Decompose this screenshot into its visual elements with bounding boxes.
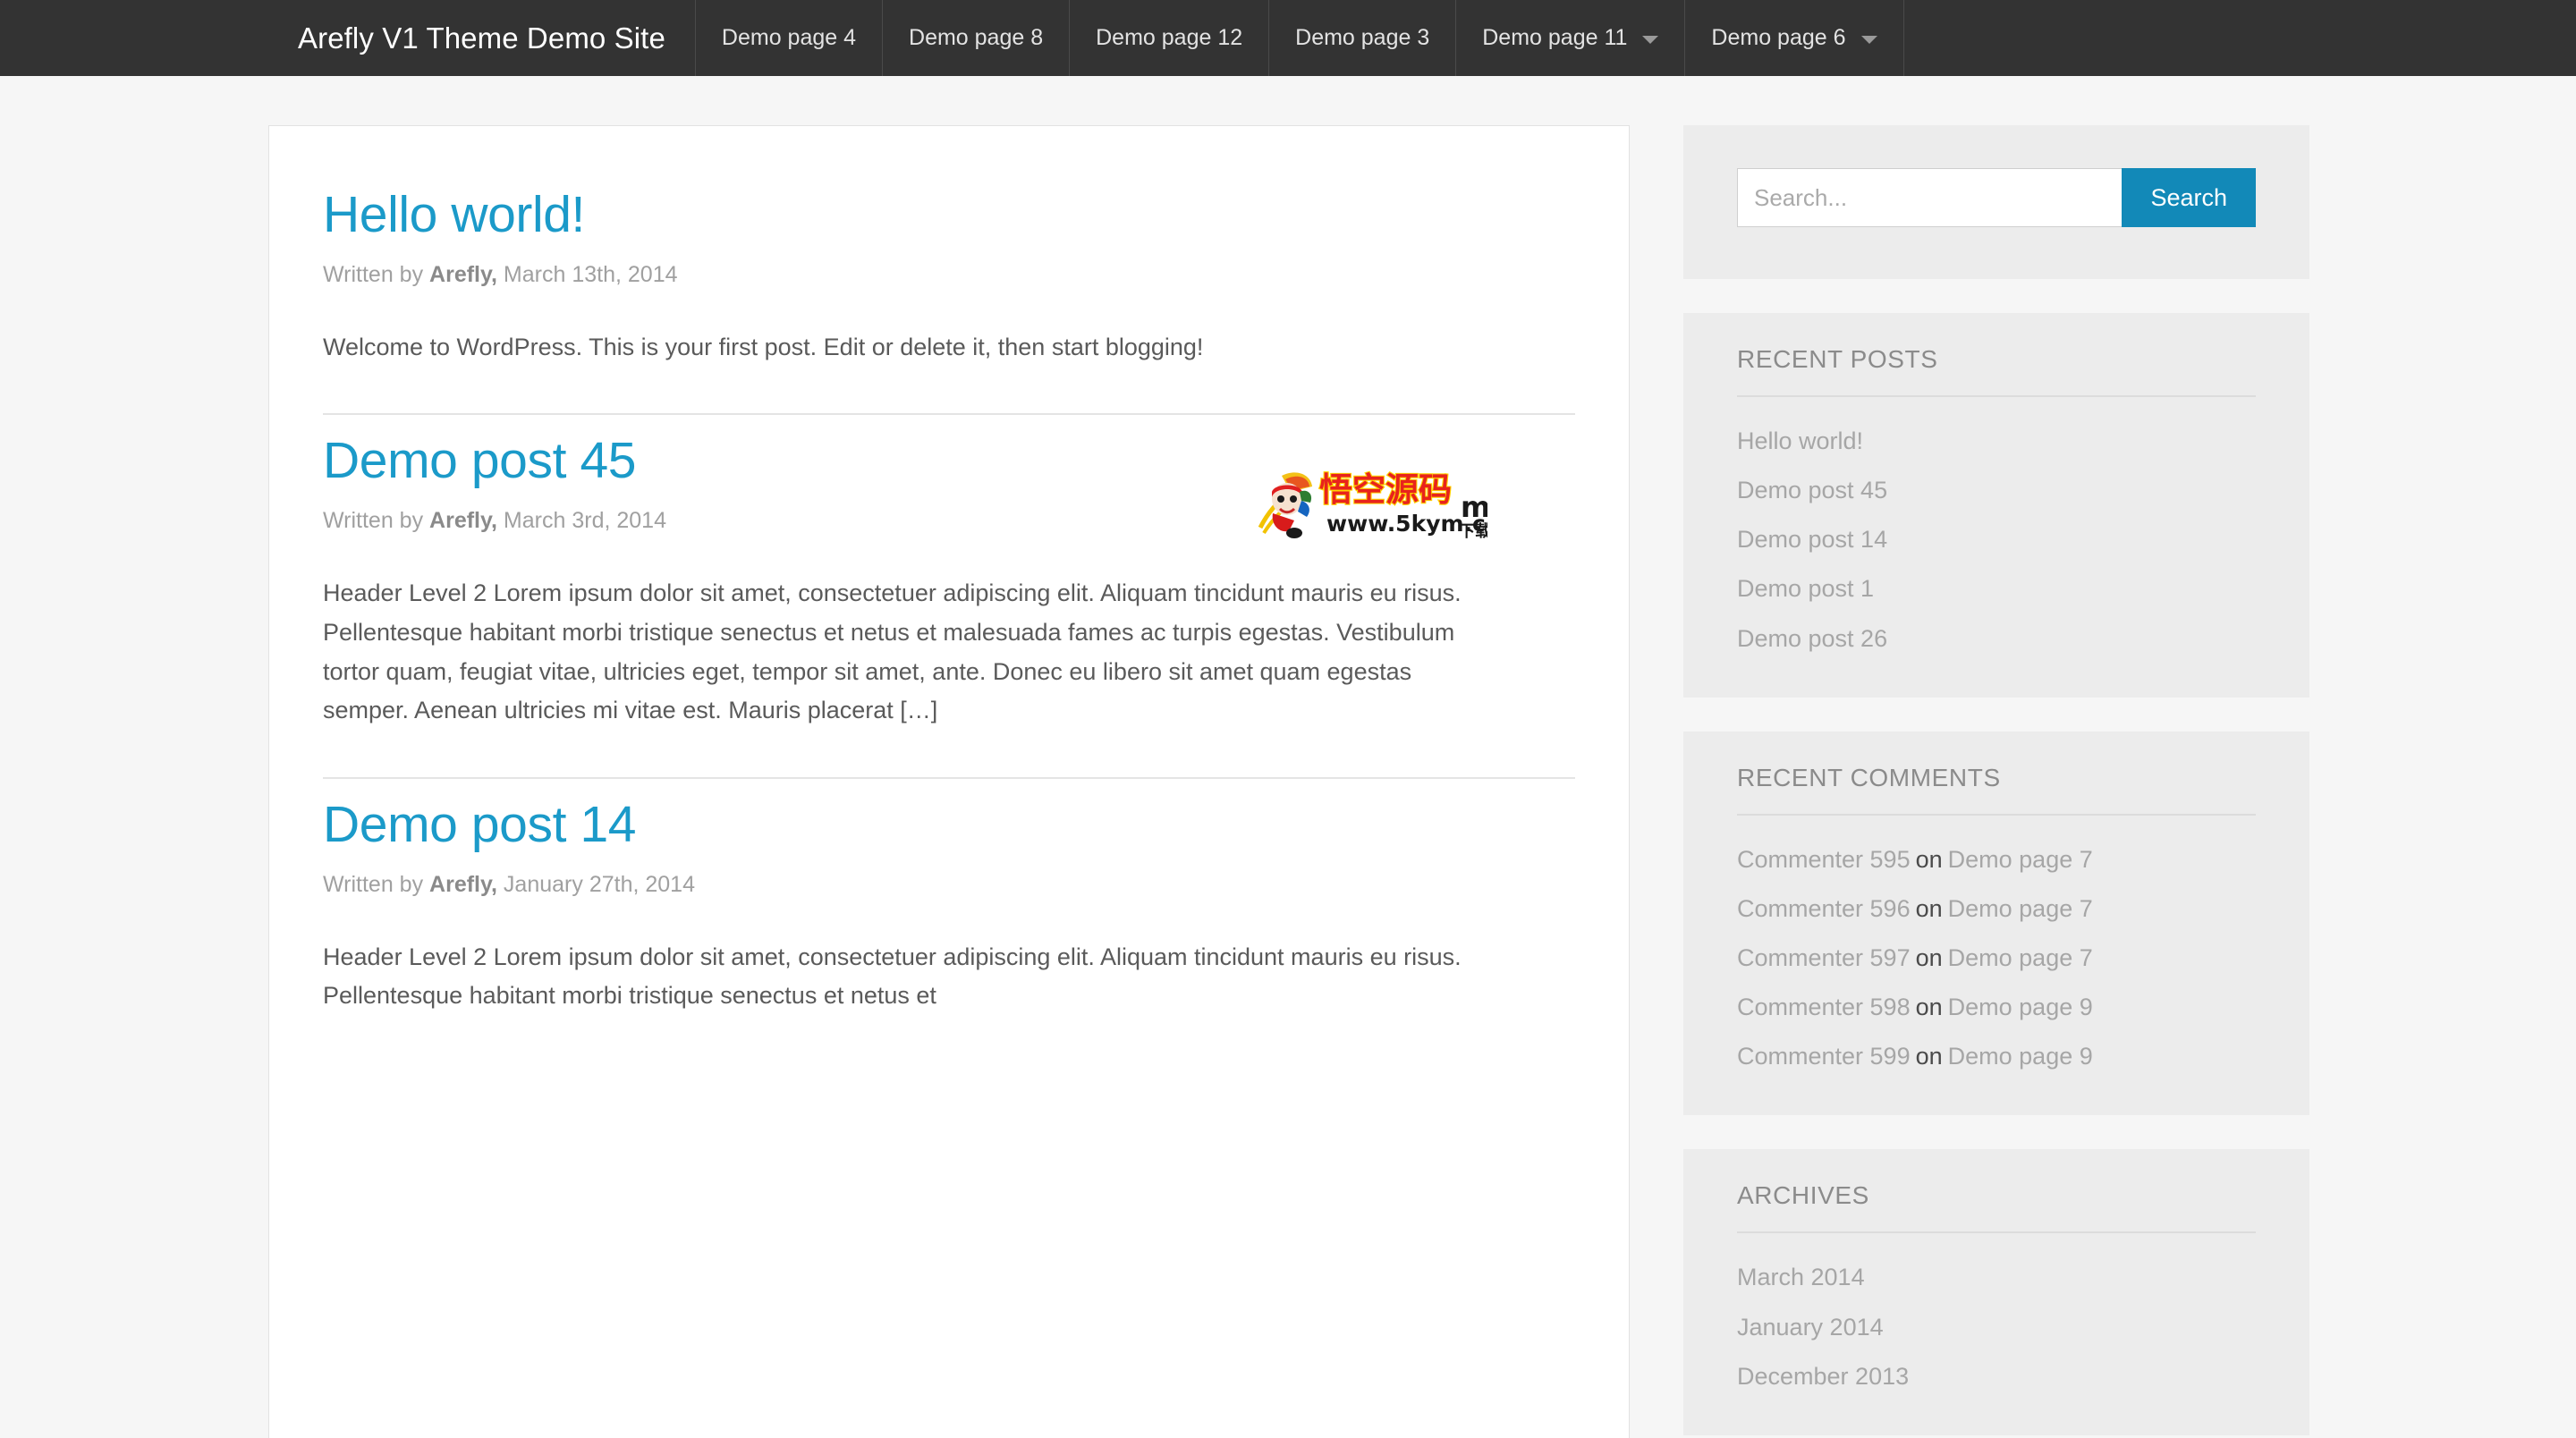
- nav-item-6[interactable]: Demo page 6: [1685, 0, 1904, 76]
- post-date: March 13th, 2014: [496, 261, 678, 287]
- comment-author-link-5[interactable]: Commenter 599: [1737, 1043, 1911, 1070]
- comment-author-link-3[interactable]: Commenter 597: [1737, 944, 1911, 971]
- post-meta: Written by Arefly, March 13th, 2014: [323, 259, 1595, 291]
- list-item: Commenter 598 on Demo page 9: [1737, 990, 2256, 1025]
- watermark-main-text: 悟空源码: [1319, 470, 1452, 509]
- nav-item-2[interactable]: Demo page 8: [883, 0, 1071, 76]
- comment-on-word: on: [1915, 994, 1943, 1021]
- comment-target-link-5[interactable]: Demo page 9: [1948, 1043, 2093, 1070]
- list-item: Hello world!: [1737, 424, 2256, 459]
- post-date: January 27th, 2014: [496, 871, 695, 897]
- comment-on-word: on: [1915, 845, 1943, 873]
- comment-target-link-3[interactable]: Demo page 7: [1948, 944, 2093, 971]
- main-content-column: Hello world! Written by Arefly, March 13…: [268, 125, 1630, 1438]
- nav-item-1[interactable]: Demo page 4: [696, 0, 884, 76]
- widget-title: Recent Comments: [1737, 764, 2256, 816]
- page-container: Hello world! Written by Arefly, March 13…: [0, 76, 2576, 1438]
- top-navbar: Arefly V1 Theme Demo Site Demo page 4 Dem…: [0, 0, 2576, 76]
- search-input[interactable]: [1737, 168, 2123, 227]
- comment-on-word: on: [1915, 1043, 1943, 1070]
- post-meta: Written by Arefly, March 3rd, 2014: [323, 505, 1595, 537]
- post-excerpt: Header Level 2 Lorem ipsum dolor sit ame…: [323, 579, 1462, 724]
- post-meta-prefix: Written by: [323, 871, 430, 897]
- nav-item-4[interactable]: Demo page 3: [1269, 0, 1457, 76]
- post-article: Demo post 14 Written by Arefly, January …: [303, 779, 1595, 1016]
- widget-title: Archives: [1737, 1181, 2256, 1234]
- comment-target-link-2[interactable]: Demo page 7: [1948, 895, 2093, 922]
- list-item: Commenter 599 on Demo page 9: [1737, 1039, 2256, 1074]
- post-title-link[interactable]: Demo post 14: [323, 797, 636, 853]
- post-author[interactable]: Arefly,: [429, 508, 497, 533]
- nav-item-label: Demo page 3: [1295, 25, 1430, 50]
- list-item: Demo post 26: [1737, 622, 2256, 656]
- content-card: Hello world! Written by Arefly, March 13…: [268, 125, 1630, 1438]
- post-date: March 3rd, 2014: [496, 508, 666, 534]
- widget-title: Recent Posts: [1737, 345, 2256, 397]
- archives-widget: Archives March 2014 January 2014 December …: [1683, 1149, 2309, 1435]
- comment-on-word: on: [1915, 894, 1943, 922]
- nav-item-label: Demo page 6: [1711, 25, 1846, 50]
- nav-item-label: Demo page 12: [1096, 25, 1243, 50]
- list-item: Demo post 45: [1737, 473, 2256, 508]
- search-form: Search: [1737, 168, 2256, 227]
- chevron-down-icon: [1642, 36, 1659, 44]
- recent-comments-widget: Recent Comments Commenter 595 on Demo page…: [1683, 731, 2309, 1116]
- list-item: January 2014: [1737, 1310, 2256, 1345]
- comment-target-link-4[interactable]: Demo page 9: [1948, 994, 2093, 1020]
- sidebar: Search Recent Posts Hello world! Demo pos…: [1683, 125, 2309, 1438]
- post-meta-prefix: Written by: [323, 261, 430, 287]
- nav-item-label: Demo page 4: [721, 25, 857, 50]
- list-item: December 2013: [1737, 1359, 2256, 1394]
- chevron-down-icon: [1860, 36, 1877, 44]
- search-button[interactable]: Search: [2122, 168, 2256, 227]
- post-meta-prefix: Written by: [323, 508, 430, 534]
- nav-item-3[interactable]: Demo page 12: [1070, 0, 1270, 76]
- comment-on-word: on: [1915, 943, 1943, 971]
- list-item: Commenter 596 on Demo page 7: [1737, 892, 2256, 926]
- recent-post-link-4[interactable]: Demo post 1: [1737, 575, 1874, 602]
- post-title-link[interactable]: Demo post 45: [323, 433, 636, 489]
- post-excerpt: Welcome to WordPress. This is your first…: [323, 333, 1204, 360]
- post-excerpt: Header Level 2 Lorem ipsum dolor sit ame…: [323, 943, 1462, 1010]
- recent-posts-widget: Recent Posts Hello world! Demo post 45 Dem…: [1683, 313, 2309, 698]
- comment-author-link-2[interactable]: Commenter 596: [1737, 895, 1911, 922]
- navbar-menu: Demo page 4 Demo page 8 Demo page 12 Demo p…: [696, 0, 1904, 76]
- post-article: Demo post 45 悟空源码 www.5kym.c m 下载 Writte…: [303, 415, 1595, 731]
- navbar-left-spacer: [0, 0, 268, 76]
- archives-list: March 2014 January 2014 December 2013: [1737, 1260, 2256, 1393]
- list-item: Commenter 595 on Demo page 7: [1737, 842, 2256, 877]
- list-item: Demo post 1: [1737, 571, 2256, 606]
- archive-link-2[interactable]: January 2014: [1737, 1314, 1884, 1341]
- post-meta: Written by Arefly, January 27th, 2014: [323, 869, 1595, 901]
- comment-author-link-1[interactable]: Commenter 595: [1737, 846, 1911, 873]
- post-author[interactable]: Arefly,: [429, 872, 497, 897]
- list-item: Demo post 14: [1737, 522, 2256, 557]
- list-item: March 2014: [1737, 1260, 2256, 1295]
- nav-item-5[interactable]: Demo page 11: [1456, 0, 1686, 76]
- recent-posts-list: Hello world! Demo post 45 Demo post 14 Demo…: [1737, 424, 2256, 656]
- list-item: Commenter 597 on Demo page 7: [1737, 941, 2256, 976]
- comment-author-link-4[interactable]: Commenter 598: [1737, 994, 1911, 1020]
- post-author[interactable]: Arefly,: [429, 262, 497, 287]
- recent-comments-list: Commenter 595 on Demo page 7 Commenter 596 o…: [1737, 842, 2256, 1075]
- nav-item-label: Demo page 8: [909, 25, 1044, 50]
- search-widget: Search: [1683, 125, 2309, 279]
- recent-post-link-2[interactable]: Demo post 45: [1737, 477, 1887, 503]
- site-brand-link[interactable]: Arefly V1 Theme Demo Site: [268, 0, 696, 76]
- comment-target-link-1[interactable]: Demo page 7: [1948, 846, 2093, 873]
- archive-link-1[interactable]: March 2014: [1737, 1264, 1865, 1290]
- nav-item-label: Demo page 11: [1482, 25, 1628, 50]
- recent-post-link-1[interactable]: Hello world!: [1737, 427, 1863, 454]
- recent-post-link-3[interactable]: Demo post 14: [1737, 526, 1887, 553]
- archive-link-3[interactable]: December 2013: [1737, 1363, 1909, 1390]
- post-article: Hello world! Written by Arefly, March 13…: [303, 169, 1595, 367]
- post-title-link[interactable]: Hello world!: [323, 187, 585, 243]
- recent-post-link-5[interactable]: Demo post 26: [1737, 625, 1887, 652]
